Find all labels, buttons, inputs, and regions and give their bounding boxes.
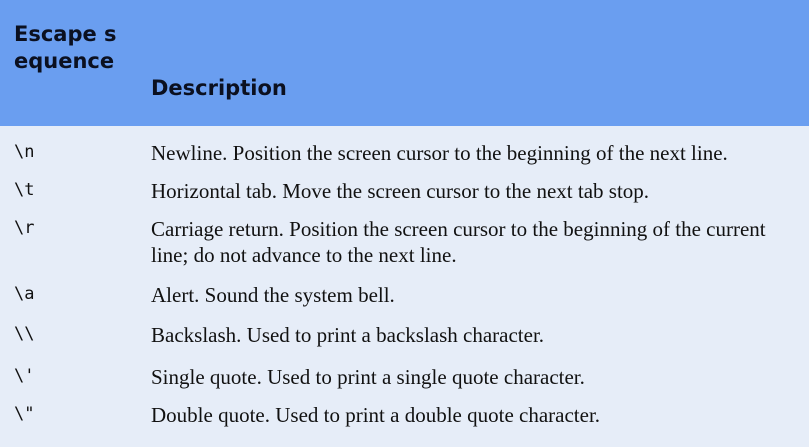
escape-sequence-cell: \a [14, 284, 35, 304]
header-description: Description [151, 76, 287, 100]
escape-sequence-cell: \" [14, 404, 35, 424]
escape-sequence-cell: \\ [14, 324, 35, 344]
table-header: Escape sequence Description [0, 0, 809, 126]
escape-sequence-table: Escape sequence Description \n Newline. … [0, 0, 809, 447]
description-cell: Alert. Sound the system bell. [151, 283, 395, 307]
escape-sequence-cell: \t [14, 180, 35, 200]
description-cell: Double quote. Used to print a double quo… [151, 403, 601, 427]
description-cell: Carriage return. Position the screen cur… [151, 217, 766, 267]
description-cell: Backslash. Used to print a backslash cha… [151, 323, 545, 347]
escape-sequence-cell: \n [14, 142, 35, 162]
description-cell: Horizontal tab. Move the screen cursor t… [151, 179, 650, 203]
escape-sequence-cell: \r [14, 218, 35, 238]
description-cell: Single quote. Used to print a single quo… [151, 365, 585, 389]
description-cell: Newline. Position the screen cursor to t… [151, 141, 728, 165]
header-escape-sequence: Escape sequence [14, 22, 117, 73]
escape-sequence-cell: \' [14, 366, 35, 386]
